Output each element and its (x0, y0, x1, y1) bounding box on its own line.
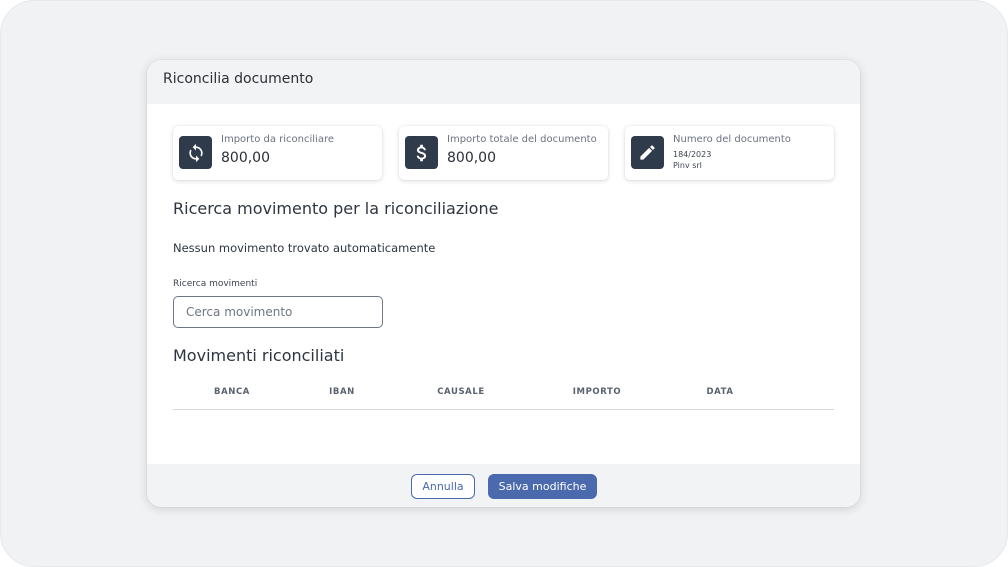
dollar-icon (405, 136, 438, 169)
reconciled-section-title: Movimenti riconciliati (173, 346, 345, 365)
search-field-label: Ricerca movimenti (173, 279, 258, 289)
amount-to-reconcile-card: Importo da riconciliare 800,00 (173, 126, 382, 180)
column-header-importo[interactable]: IMPORTO (573, 387, 621, 397)
document-number-card: Numero del documento 184/2023 Pinv srl (625, 126, 834, 180)
card-value: 800,00 (447, 150, 496, 166)
reconcile-dialog: Riconcilia documento Importo da riconcil… (147, 60, 860, 507)
pencil-icon (631, 136, 664, 169)
column-header-banca[interactable]: BANCA (214, 387, 250, 397)
search-section-title: Ricerca movimento per la riconciliazione (173, 199, 499, 218)
document-total-card: Importo totale del documento 800,00 (399, 126, 608, 180)
no-movement-message: Nessun movimento trovato automaticamente (173, 241, 436, 255)
dialog-header: Riconcilia documento (147, 60, 860, 104)
column-header-iban[interactable]: IBAN (329, 387, 355, 397)
card-label: Importo totale del documento (447, 134, 597, 145)
card-label: Importo da riconciliare (221, 134, 334, 145)
dialog-title: Riconcilia documento (163, 71, 314, 87)
reconciled-table-header: BANCA IBAN CAUSALE IMPORTO DATA (173, 380, 834, 410)
column-header-data[interactable]: DATA (706, 387, 733, 397)
cancel-button[interactable]: Annulla (411, 474, 475, 499)
card-label: Numero del documento (673, 134, 791, 145)
card-value: 800,00 (221, 150, 270, 166)
document-company: Pinv srl (673, 161, 702, 170)
search-movement-input[interactable] (173, 296, 383, 328)
sync-icon (179, 136, 212, 169)
column-header-causale[interactable]: CAUSALE (437, 387, 485, 397)
save-button[interactable]: Salva modifiche (488, 474, 597, 499)
document-number: 184/2023 (673, 150, 712, 159)
